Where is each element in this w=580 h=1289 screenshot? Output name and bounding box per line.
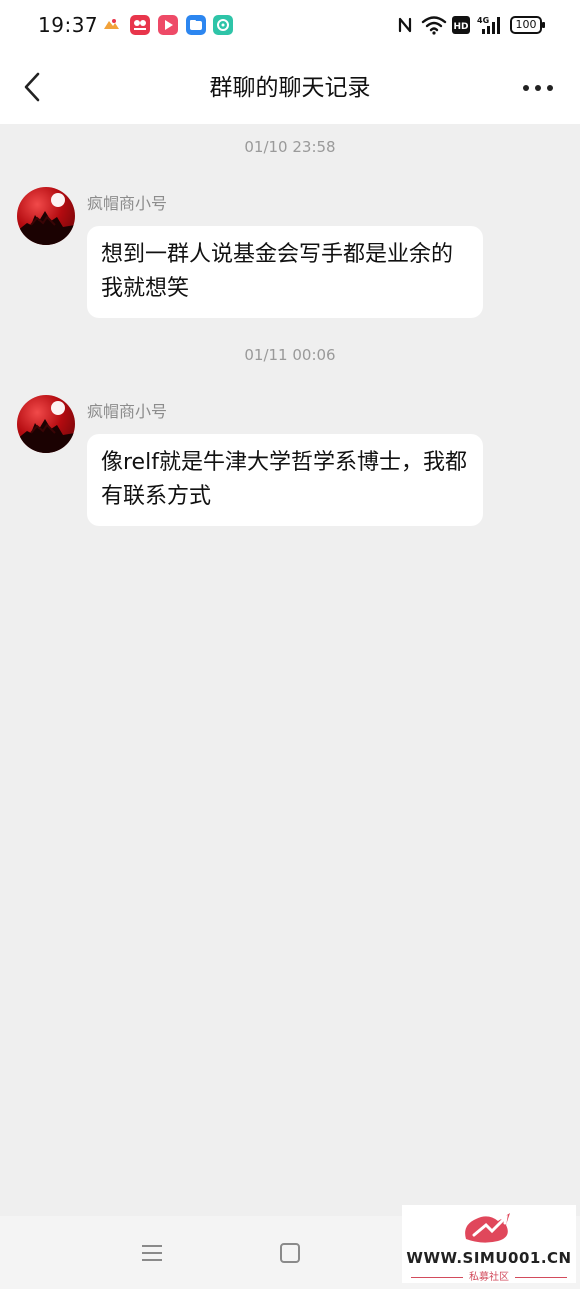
message-bubble[interactable]: 像relf就是牛津大学哲学系博士，我都有联系方式 bbox=[87, 434, 483, 526]
chevron-left-icon bbox=[24, 72, 40, 102]
watermark: WWW.SIMU001.CN 私募社区 bbox=[402, 1205, 576, 1283]
sender-name: 疯帽商小号 bbox=[87, 194, 168, 213]
message-timestamp: 01/11 00:06 bbox=[244, 346, 336, 364]
avatar[interactable] bbox=[17, 395, 75, 453]
app-icon bbox=[130, 15, 150, 35]
message-bubble[interactable]: 想到一群人说基金会写手都是业余的我就想笑 bbox=[87, 226, 483, 318]
signal-4g-icon: 4G bbox=[476, 14, 504, 36]
home-square-icon[interactable] bbox=[280, 1243, 300, 1263]
files-icon bbox=[186, 15, 206, 35]
svg-text:HD: HD bbox=[453, 22, 468, 32]
nfc-icon bbox=[396, 14, 414, 36]
video-icon bbox=[158, 15, 178, 35]
status-bar: 19:37 HD 4G 100 bbox=[0, 0, 580, 52]
page-title: 群聊的聊天记录 bbox=[209, 75, 371, 101]
watermark-subtitle: 私募社区 bbox=[402, 1268, 576, 1283]
watermark-url: WWW.SIMU001.CN bbox=[406, 1249, 572, 1267]
svg-text:4G: 4G bbox=[477, 16, 489, 25]
battery-indicator: 100 bbox=[510, 16, 545, 34]
watermark-subtitle-text: 私募社区 bbox=[469, 1272, 509, 1283]
more-horizontal-icon bbox=[523, 85, 553, 91]
menu-icon bbox=[142, 1245, 162, 1261]
hd-icon: HD bbox=[452, 16, 470, 34]
watermark-logo-icon bbox=[460, 1209, 518, 1247]
chat-header: 群聊的聊天记录 bbox=[0, 52, 580, 124]
avatar[interactable] bbox=[17, 187, 75, 245]
chat-history[interactable]: 01/10 23:58 疯帽商小号 想到一群人说基金会写手都是业余的我就想笑 0… bbox=[0, 124, 580, 1216]
more-options-button[interactable] bbox=[518, 72, 558, 104]
sender-name: 疯帽商小号 bbox=[87, 402, 168, 421]
assistant-icon bbox=[213, 15, 233, 35]
menu-button[interactable] bbox=[140, 1242, 164, 1264]
status-time: 19:37 bbox=[38, 13, 99, 37]
wifi-icon bbox=[421, 14, 447, 36]
photos-icon bbox=[101, 15, 121, 35]
back-button[interactable] bbox=[14, 68, 52, 106]
message-timestamp: 01/10 23:58 bbox=[244, 138, 336, 156]
